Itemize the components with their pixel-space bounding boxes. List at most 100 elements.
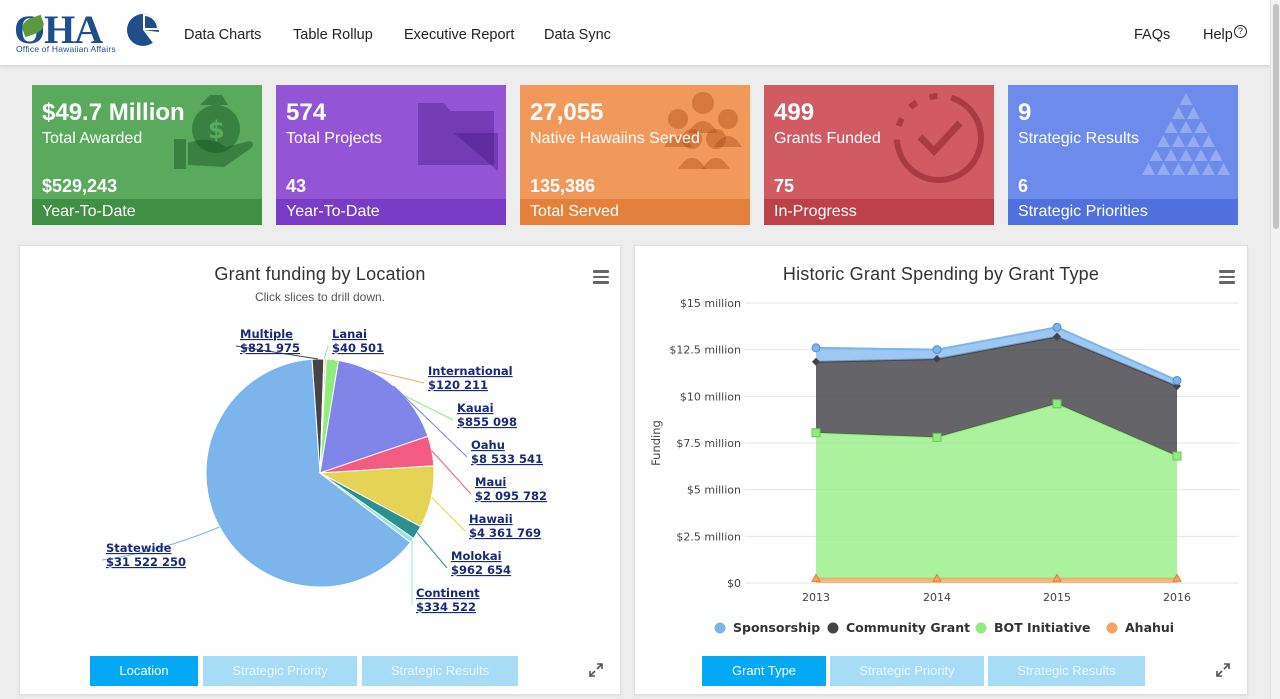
stat-label: Strategic Results: [1018, 130, 1139, 147]
legend-marker[interactable]: [714, 622, 726, 634]
legend-marker[interactable]: [827, 622, 839, 634]
y-tick-label: $7.5 million: [676, 437, 741, 450]
tab-strategic-priority[interactable]: Strategic Priority: [203, 656, 357, 686]
stat-footer: Strategic Priorities: [1008, 199, 1238, 225]
pie-label-name[interactable]: Hawaii: [469, 512, 513, 526]
x-tick-label: 2016: [1163, 591, 1191, 604]
stat-card-total-awarded: $ $49.7 Million Total Awarded $529,243 Y…: [32, 85, 262, 225]
pie-label-name[interactable]: Oahu: [471, 438, 505, 452]
tab-strategic-results[interactable]: Strategic Results: [362, 656, 518, 686]
y-tick-label: $5 million: [687, 484, 741, 497]
stat-footer: In-Progress: [764, 199, 994, 225]
pie-chart-logo-icon: [127, 14, 159, 46]
legend-item-sponsorship[interactable]: Sponsorship: [733, 620, 820, 635]
y-axis-label: Funding: [649, 420, 663, 466]
pie-label-name[interactable]: Statewide: [106, 541, 172, 555]
marker-bot-initiative[interactable]: [811, 428, 821, 438]
stat-label: Grants Funded: [774, 130, 881, 147]
marker-sponsorship[interactable]: [1172, 375, 1182, 385]
oha-logo[interactable]: OHA Office of Hawaiian Affairs: [14, 7, 164, 56]
tab-grant-type[interactable]: Grant Type: [702, 656, 826, 686]
pie-label-value[interactable]: $40 501: [332, 341, 384, 355]
pie-chart: Statewide$31 522 250 Multiple$821 975 Lana…: [101, 327, 547, 614]
pie-label-value[interactable]: $4 361 769: [469, 526, 541, 540]
nav-table-rollup[interactable]: Table Rollup: [293, 27, 373, 43]
page-scrollbar[interactable]: [1270, 0, 1280, 699]
expand-icon[interactable]: [1215, 662, 1231, 678]
marker-bot-initiative[interactable]: [1172, 451, 1182, 461]
stat-card-strategic-results: 9 Strategic Results 6 Strategic Prioriti…: [1008, 85, 1238, 225]
stat-secondary-value: 6: [1018, 176, 1029, 196]
pie-chart-panel: Grant funding by Location Click slices t…: [19, 245, 621, 695]
stat-value: 27,055: [530, 99, 604, 126]
y-tick-label: $0: [727, 577, 741, 590]
legend-item-community-grant[interactable]: Community Grant: [846, 620, 970, 635]
pie-label-value[interactable]: $8 533 541: [471, 452, 543, 466]
stat-secondary-value: 75: [774, 176, 795, 196]
scrollbar-thumb[interactable]: [1273, 4, 1279, 229]
pie-label-name[interactable]: Kauai: [457, 401, 494, 415]
legend-item-bot-initiative[interactable]: BOT Initiative: [994, 620, 1090, 635]
pie-connector-line: [431, 450, 472, 495]
help-label: Help: [1203, 27, 1233, 43]
x-tick-label: 2015: [1043, 591, 1071, 604]
pie-label-name[interactable]: Molokai: [451, 549, 502, 563]
pie-label-value[interactable]: $821 975: [240, 341, 300, 355]
nav-executive-report[interactable]: Executive Report: [404, 27, 514, 43]
pie-label-value[interactable]: $2 095 782: [475, 489, 547, 503]
stat-value: $49.7 Million: [42, 99, 185, 126]
stat-label: Native Hawaiins Served: [530, 130, 700, 147]
tab-strategic-priority[interactable]: Strategic Priority: [830, 656, 984, 686]
stat-label: Total Projects: [286, 130, 383, 147]
area-chart-panel: Historic Grant Spending by Grant Type $0…: [634, 245, 1248, 695]
nav-data-sync[interactable]: Data Sync: [544, 27, 611, 43]
stat-value: 574: [286, 99, 327, 126]
legend-marker[interactable]: [975, 622, 987, 634]
pie-label-name[interactable]: Multiple: [240, 327, 293, 341]
pie-label-name[interactable]: International: [428, 364, 513, 378]
pie-label-name[interactable]: Maui: [475, 475, 506, 489]
nav-help[interactable]: Help?: [1203, 25, 1247, 43]
triangle-pyramid-icon: [1142, 93, 1230, 175]
pie-connector-line: [323, 345, 329, 360]
legend-marker[interactable]: [1106, 622, 1118, 634]
area-chart: $0 $2.5 million $5 million $7.5 million $10 …: [649, 297, 1239, 635]
marker-sponsorship[interactable]: [811, 343, 821, 353]
pie-label-value[interactable]: $962 654: [451, 563, 511, 577]
stat-card-grants-funded: 499 Grants Funded 75 In-Progress: [764, 85, 994, 225]
nav-faqs[interactable]: FAQs: [1134, 27, 1170, 43]
expand-icon[interactable]: [588, 662, 604, 678]
stat-footer: Total Served: [520, 199, 750, 225]
marker-sponsorship[interactable]: [1052, 322, 1062, 332]
tab-location[interactable]: Location: [90, 656, 198, 686]
pie-label-value[interactable]: $855 098: [457, 415, 517, 429]
stat-card-native-hawaiians-served: 27,055 Native Hawaiins Served 135,386 To…: [520, 85, 750, 225]
x-tick-label: 2013: [802, 591, 830, 604]
stat-secondary-value: 135,386: [530, 176, 596, 196]
folder-ruler-icon: [418, 103, 498, 171]
nav-data-charts[interactable]: Data Charts: [184, 27, 261, 43]
marker-sponsorship[interactable]: [932, 345, 942, 355]
stat-label: Total Awarded: [42, 130, 143, 147]
help-question-icon: ?: [1233, 25, 1247, 38]
marker-bot-initiative[interactable]: [1052, 399, 1062, 409]
pie-label-name[interactable]: Continent: [416, 586, 480, 600]
stat-secondary-value: $529,243: [42, 176, 118, 196]
stat-value: 9: [1018, 99, 1032, 126]
y-tick-label: $2.5 million: [676, 530, 741, 543]
marker-bot-initiative[interactable]: [932, 432, 942, 442]
y-tick-label: $15 million: [680, 297, 741, 310]
pie-label-value[interactable]: $31 522 250: [106, 555, 186, 569]
pie-label-name[interactable]: Lanai: [332, 327, 367, 341]
y-tick-label: $12.5 million: [669, 344, 741, 357]
check-circle-icon: [894, 93, 984, 183]
stat-footer: Year-To-Date: [32, 199, 262, 225]
legend-item-ahahui[interactable]: Ahahui: [1125, 620, 1174, 635]
y-tick-label: $10 million: [680, 390, 741, 403]
pie-label-value[interactable]: $120 211: [428, 378, 488, 392]
pie-label-value[interactable]: $334 522: [416, 600, 476, 614]
tab-strategic-results[interactable]: Strategic Results: [988, 656, 1145, 686]
stat-value: 499: [774, 99, 815, 126]
stat-card-total-projects: 574 Total Projects 43 Year-To-Date: [276, 85, 506, 225]
x-tick-label: 2014: [923, 591, 951, 604]
